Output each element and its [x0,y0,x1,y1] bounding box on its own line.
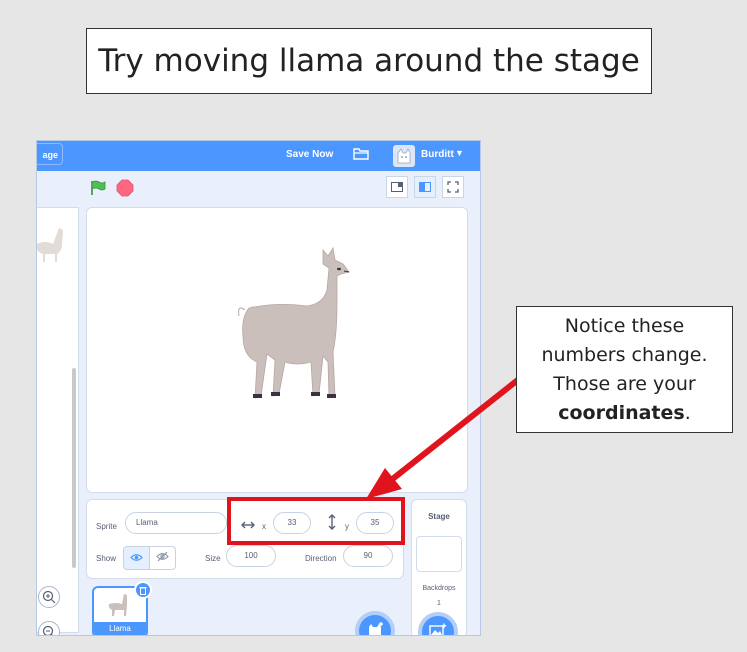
callout-period: . [684,401,691,424]
callout-line-3: Those are your [553,372,696,395]
callout-bold-term: coordinates [558,401,685,424]
callout-line-1: Notice these [564,314,685,337]
callout-line-2: numbers change. [541,343,708,366]
callout-box: Notice these numbers change. Those are y… [516,306,733,433]
callout-line-4: coordinates. [558,399,691,428]
